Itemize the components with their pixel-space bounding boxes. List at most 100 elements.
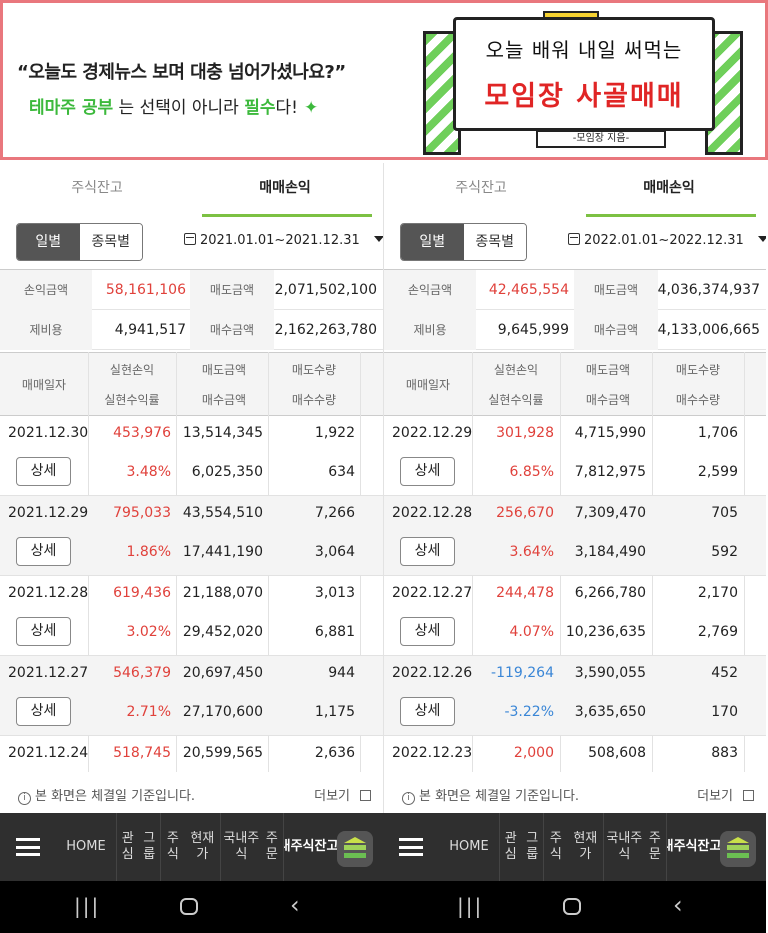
system-nav-right: ||| ‹ [383, 881, 766, 933]
layers-icon[interactable] [337, 831, 373, 867]
nav-home[interactable]: HOME [58, 813, 114, 881]
nav-domestic-balance[interactable]: 국내주식잔고손익 [283, 813, 345, 881]
detail-button[interactable]: 상세 [16, 457, 71, 486]
home-icon[interactable] [563, 898, 581, 915]
summary-table: 손익금액 58,161,106 매도금액 2,071,502,100 제비용 4… [0, 269, 383, 350]
sell-amount: 20,599,565 [182, 745, 263, 761]
toggle-by-stock[interactable]: 종목별 [79, 224, 142, 260]
realized-profit: 2,000 [513, 745, 554, 761]
table-row[interactable]: 2021.12.27 상세 546,379 2.71% 20,697,450 2… [0, 656, 383, 736]
date-range-picker[interactable]: 2021.01.01~2021.12.31 [184, 233, 383, 248]
more-link[interactable]: 더보기 [697, 785, 754, 804]
profit-loss-panel: 주식잔고 매매손익 일별 종목별 2022.01.01~2022.12.31 손… [383, 163, 766, 813]
header-date: 매매일자 [405, 378, 451, 392]
tab-stock-balance[interactable]: 주식잔고 [12, 163, 182, 217]
buy-amount: 29,452,020 [182, 624, 263, 640]
buy-quantity: 1,175 [314, 704, 355, 720]
detail-button[interactable]: 상세 [16, 617, 71, 646]
view-toggle: 일별 종목별 [400, 223, 527, 261]
detail-button[interactable]: 상세 [400, 697, 455, 726]
banner-board: 오늘 배워 내일 써먹는 모임장 사골매매 [453, 17, 715, 131]
sell-amount: 508,608 [588, 745, 646, 761]
notice-label: 본 화면은 체결일 기준입니다. [35, 789, 196, 804]
sell-total: 2,071,502,100 [274, 282, 377, 298]
nav-domestic-order[interactable]: 국내주식 주문 [603, 813, 665, 881]
promo-banner[interactable]: “오늘도 경제뉴스 보며 대충 넘어가셨나요?” 테마주 공부 는 선택이 아니… [0, 0, 768, 160]
detail-button[interactable]: 상세 [400, 537, 455, 566]
nav-interest-group[interactable]: 관심 그룹 [499, 813, 543, 881]
sparkle-icon: ✦ [303, 98, 319, 118]
table-row[interactable]: 2022.12.29 상세 301,928 6.85% 4,715,990 7,… [384, 416, 766, 496]
recent-apps-icon[interactable]: ||| [74, 894, 100, 918]
buy-amount: 17,441,190 [182, 544, 263, 560]
detail-button[interactable]: 상세 [400, 617, 455, 646]
buy-quantity: 6,881 [314, 624, 355, 640]
profit-loss-panel: 주식잔고 매매손익 일별 종목별 2021.01.01~2021.12.31 손… [0, 163, 383, 813]
buy-quantity: 2,769 [697, 624, 738, 640]
realized-rate: 3.64% [509, 544, 554, 560]
nav-domestic-order[interactable]: 국내주식 주문 [220, 813, 282, 881]
more-link[interactable]: 더보기 [314, 785, 371, 804]
recent-apps-icon[interactable]: ||| [457, 894, 483, 918]
nav-balance-line1: 국내주식 [667, 839, 698, 854]
table-row[interactable]: 2021.12.24 518,745 20,599,565 2,636 [0, 736, 383, 776]
table-row[interactable]: 2022.12.23 2,000 508,608 883 [384, 736, 766, 776]
summary-table: 손익금액 42,465,554 매도금액 4,036,374,937 제비용 9… [384, 269, 766, 350]
realized-profit: 546,379 [113, 665, 171, 681]
banner-mid-text: 는 선택이 아니라 [118, 98, 239, 118]
trade-date: 2022.12.23 [392, 745, 473, 761]
date-range-picker[interactable]: 2022.01.01~2022.12.31 [568, 233, 766, 248]
toggle-daily[interactable]: 일별 [401, 224, 464, 260]
nav-price-line1: 주식 [549, 831, 562, 862]
header-sell-amount: 매도금액 [585, 363, 631, 377]
menu-icon[interactable] [16, 838, 40, 856]
tab-trade-profit[interactable]: 매매손익 [200, 163, 372, 217]
sell-quantity: 2,636 [314, 745, 355, 761]
detail-button[interactable]: 상세 [16, 537, 71, 566]
realized-profit: 256,670 [496, 505, 554, 521]
back-icon[interactable]: ‹ [673, 891, 683, 919]
layers-icon[interactable] [720, 831, 756, 867]
info-icon: i [18, 792, 31, 805]
table-row[interactable]: 2022.12.26 상세 -119,264 -3.22% 3,590,055 … [384, 656, 766, 736]
menu-icon[interactable] [399, 838, 423, 856]
trade-list: 2021.12.30 상세 453,976 3.48% 13,514,345 6… [0, 416, 383, 776]
nav-home[interactable]: HOME [441, 813, 497, 881]
tab-trade-profit[interactable]: 매매손익 [584, 163, 756, 217]
detail-button[interactable]: 상세 [16, 697, 71, 726]
nav-domestic-balance[interactable]: 국내주식잔고손익 [666, 813, 728, 881]
tab-stock-balance[interactable]: 주식잔고 [396, 163, 566, 217]
table-row[interactable]: 2021.12.28 상세 619,436 3.02% 21,188,070 2… [0, 576, 383, 656]
sell-quantity: 944 [328, 665, 355, 681]
nav-current-price[interactable]: 주식 현재가 [160, 813, 220, 881]
detail-button[interactable]: 상세 [400, 457, 455, 486]
trade-date: 2021.12.30 [8, 425, 89, 441]
more-label: 더보기 [314, 789, 350, 804]
home-icon[interactable] [180, 898, 198, 915]
buy-quantity: 170 [711, 704, 738, 720]
nav-price-line2: 현재가 [190, 831, 215, 862]
table-row[interactable]: 2022.12.28 상세 256,670 3.64% 7,309,470 3,… [384, 496, 766, 576]
buy-quantity: 634 [328, 464, 355, 480]
sell-total: 4,036,374,937 [657, 282, 760, 298]
buy-total: 2,162,263,780 [274, 322, 377, 338]
calendar-icon [184, 233, 196, 245]
nav-interest-line1: 관심 [121, 831, 134, 862]
realized-profit: 518,745 [113, 745, 171, 761]
nav-order-line2: 주문 [265, 831, 278, 862]
toggle-daily[interactable]: 일별 [17, 224, 80, 260]
profit-label: 손익금액 [384, 270, 476, 310]
nav-current-price[interactable]: 주식 현재가 [543, 813, 603, 881]
table-row[interactable]: 2022.12.27 상세 244,478 4.07% 6,266,780 10… [384, 576, 766, 656]
sell-amount: 13,514,345 [182, 425, 263, 441]
table-header: 매매일자 실현손익 실현수익률 매도금액 매수금액 매도수량 매수수량 [384, 352, 766, 416]
back-icon[interactable]: ‹ [290, 891, 300, 919]
realized-rate: -3.22% [504, 704, 554, 720]
banner-must: 필수 [244, 98, 276, 118]
nav-interest-group[interactable]: 관심 그룹 [116, 813, 160, 881]
header-realized: 실현손익 [109, 363, 155, 377]
realized-profit: 244,478 [496, 585, 554, 601]
table-row[interactable]: 2021.12.29 상세 795,033 1.86% 43,554,510 1… [0, 496, 383, 576]
toggle-by-stock[interactable]: 종목별 [463, 224, 526, 260]
table-row[interactable]: 2021.12.30 상세 453,976 3.48% 13,514,345 6… [0, 416, 383, 496]
